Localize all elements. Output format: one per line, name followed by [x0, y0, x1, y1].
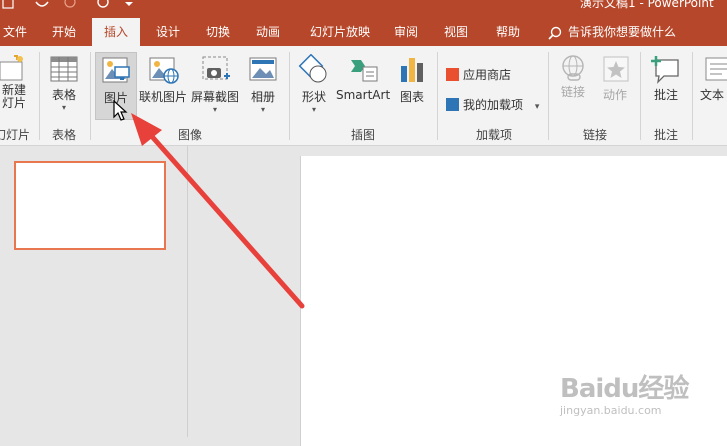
screenshot-button[interactable]: 屏幕截图 ▾: [190, 54, 240, 115]
comment-icon: [651, 56, 679, 84]
chart-button[interactable]: 图表: [394, 54, 430, 105]
title-bar: 演示文稿1 - PowerPoint: [0, 0, 727, 18]
online-pictures-button[interactable]: 联机图片: [138, 54, 188, 105]
screenshot-label: 屏幕截图: [190, 90, 239, 104]
photo-album-label: 相册: [250, 90, 275, 104]
ribbon-insert: 新建灯片 幻灯片 表格 ▾ 表格 图片: [0, 46, 727, 146]
mouse-cursor-icon: [113, 100, 128, 121]
save-icon[interactable]: [2, 0, 14, 12]
chevron-down-icon: ▾: [311, 105, 316, 114]
comment-button[interactable]: 批注: [646, 54, 686, 103]
chevron-down-icon: ▾: [61, 103, 66, 112]
photo-album-button[interactable]: 相册 ▾: [244, 54, 282, 115]
shapes-label: 形状: [301, 90, 326, 104]
tab-view[interactable]: 视图: [434, 18, 478, 46]
ribbon-tab-bar: 文件 开始 插入 设计 切换 动画 幻灯片放映 审阅 视图 帮助 告诉我你想要做…: [0, 18, 727, 46]
store-icon: [446, 68, 459, 81]
group-separator: [640, 52, 641, 140]
new-slide-icon: [0, 55, 23, 81]
link-button[interactable]: 链接: [556, 54, 590, 99]
group-separator: [289, 52, 290, 140]
comment-label: 批注: [653, 88, 678, 102]
action-button[interactable]: 动作: [598, 54, 632, 103]
chevron-down-icon: ▾: [534, 102, 540, 112]
group-separator: [90, 52, 91, 140]
tab-help[interactable]: 帮助: [486, 18, 530, 46]
chevron-down-icon: ▾: [212, 105, 217, 114]
chart-label: 图表: [399, 90, 424, 104]
chart-icon: [401, 58, 423, 82]
smartart-label: SmartArt: [336, 88, 391, 102]
new-slide-button[interactable]: 新建 灯片: [0, 54, 34, 110]
table-icon: [50, 56, 78, 82]
group-separator: [437, 52, 438, 140]
slide-thumbnail-pane: [0, 146, 188, 437]
group-label-links: 链接: [582, 128, 607, 142]
tab-transitions[interactable]: 切换: [194, 18, 242, 46]
group-label-addins: 加载项: [475, 128, 512, 142]
link-icon: [562, 55, 584, 81]
textbox-label: 文本: [700, 88, 725, 102]
tab-home[interactable]: 开始: [40, 18, 88, 46]
online-pictures-label: 联机图片: [138, 90, 187, 104]
link-label: 链接: [560, 85, 585, 99]
my-addins-icon: [446, 98, 459, 111]
smartart-icon: [351, 60, 378, 82]
group-label-tables: 表格: [51, 128, 76, 142]
star-icon: [603, 56, 629, 82]
customize-qat-icon[interactable]: [124, 0, 134, 12]
group-label-slides: 幻灯片: [0, 128, 30, 142]
shapes-button[interactable]: 形状 ▾: [296, 54, 332, 115]
slide-thumbnail[interactable]: [14, 161, 166, 250]
new-slide-label-1: 新建: [1, 83, 26, 97]
picture-icon: [102, 57, 130, 83]
shapes-icon: [298, 54, 327, 83]
my-addins-label: 我的加载项: [463, 98, 524, 112]
textbox-button[interactable]: 文本: [698, 54, 727, 103]
tab-file[interactable]: 文件: [0, 18, 30, 46]
new-slide-label-2: 灯片: [1, 96, 26, 110]
group-separator: [548, 52, 549, 140]
tell-me-label: 告诉我你想要做什么: [568, 25, 677, 39]
present-from-start-icon[interactable]: [96, 0, 110, 12]
store-button[interactable]: 应用商店: [446, 66, 511, 83]
online-pictures-icon: [149, 57, 179, 84]
group-separator: [692, 52, 693, 140]
tab-slideshow[interactable]: 幻灯片放映: [300, 18, 380, 46]
action-label: 动作: [602, 88, 627, 102]
my-addins-button[interactable]: 我的加载项 ▾: [446, 96, 539, 113]
group-separator: [39, 52, 40, 140]
watermark-brand: Baidu经验: [560, 374, 689, 404]
textbox-icon: [705, 57, 727, 81]
photo-album-icon: [249, 57, 277, 81]
lightbulb-icon: [548, 26, 562, 40]
tab-design[interactable]: 设计: [144, 18, 192, 46]
screenshot-icon: [202, 56, 230, 80]
undo-icon[interactable]: [34, 0, 50, 12]
tab-insert[interactable]: 插入: [92, 18, 140, 46]
tab-animations[interactable]: 动画: [244, 18, 292, 46]
tell-me-search[interactable]: 告诉我你想要做什么: [548, 18, 676, 46]
tab-review[interactable]: 审阅: [384, 18, 428, 46]
chevron-down-icon: ▾: [260, 105, 265, 114]
table-label: 表格: [51, 88, 76, 102]
smartart-button[interactable]: SmartArt: [336, 54, 390, 102]
document-title: 演示文稿1 - PowerPoint: [580, 0, 714, 10]
group-label-illustrations: 插图: [350, 128, 375, 142]
redo-icon[interactable]: [64, 0, 76, 12]
table-button[interactable]: 表格 ▾: [44, 54, 84, 113]
store-label: 应用商店: [463, 68, 512, 82]
group-label-images: 图像: [177, 128, 202, 142]
group-label-comments: 批注: [653, 128, 678, 142]
watermark-url: jingyan.baidu.com: [560, 404, 662, 417]
